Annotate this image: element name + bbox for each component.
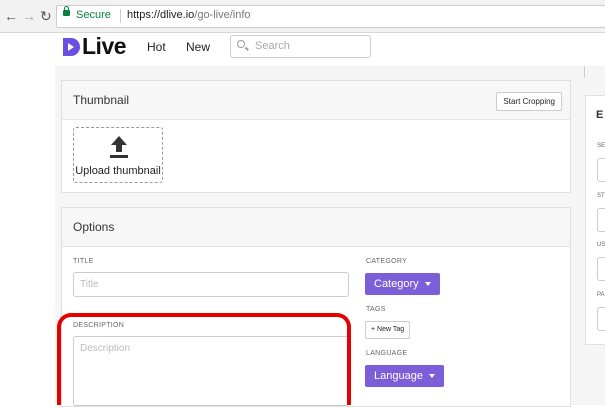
reload-icon[interactable]: ↻ [40,8,52,24]
search-icon [237,40,245,48]
right-field-label: SE [597,143,605,149]
description-highlight-annotation [57,313,351,405]
language-button-label: Language [374,370,423,382]
lock-icon [63,6,70,16]
thumbnail-title: Thumbnail [73,93,130,107]
forward-arrow-icon[interactable]: → [22,8,36,24]
thumbnail-card-header: Thumbnail Start Cropping [62,81,570,120]
category-dropdown[interactable]: Category [365,273,440,295]
right-field-input[interactable] [597,257,605,281]
upload-thumbnail-label: Upload thumbnail [75,165,161,177]
options-title: Options [73,220,115,234]
address-bar[interactable]: Secure https://dlive.io/go-live/info [56,5,605,28]
right-field-input[interactable] [597,208,605,232]
title-input[interactable]: Title [73,272,349,297]
new-tag-button[interactable]: + New Tag [365,321,411,339]
url-host: https://dlive.io [127,9,195,21]
url-divider [120,9,121,23]
caret-down-icon [428,374,435,379]
dlive-logo-icon[interactable] [62,38,80,56]
divider [584,66,585,78]
right-card-title: E [596,109,604,121]
category-button-label: Category [374,278,419,290]
right-field-input[interactable] [597,158,605,182]
right-field-input[interactable] [597,307,605,331]
tags-label: TAGS [366,306,386,313]
language-dropdown[interactable]: Language [365,365,444,387]
nav-link-new[interactable]: New [186,40,210,54]
nav-link-hot[interactable]: Hot [147,40,166,54]
upload-thumbnail-button[interactable]: Upload thumbnail [73,127,163,183]
right-side-card: E SE ST US PA [585,95,605,345]
browser-toolbar: ← → ↻ Secure https://dlive.io/go-live/in… [0,0,605,33]
search-placeholder: Search [255,40,290,52]
language-label: LANGUAGE [366,350,408,357]
right-field-label: PA [597,292,605,298]
thumbnail-card: Thumbnail Start Cropping Upload thumbnai… [61,80,571,193]
url-text[interactable]: https://dlive.io/go-live/info [127,9,251,21]
upload-icon [110,136,128,158]
secure-label: Secure [76,9,111,21]
start-cropping-button[interactable]: Start Cropping [496,92,562,111]
search-input[interactable]: Search [230,35,371,58]
category-label: CATEGORY [366,258,408,265]
right-field-label: US [597,242,605,248]
caret-down-icon [424,282,431,287]
logo-text[interactable]: Live [82,33,127,60]
back-arrow-icon[interactable]: ← [4,8,18,24]
options-card-header: Options [62,208,570,247]
right-field-label: ST [597,193,605,199]
title-label: TITLE [73,258,94,265]
url-path: /go-live/info [194,9,251,21]
